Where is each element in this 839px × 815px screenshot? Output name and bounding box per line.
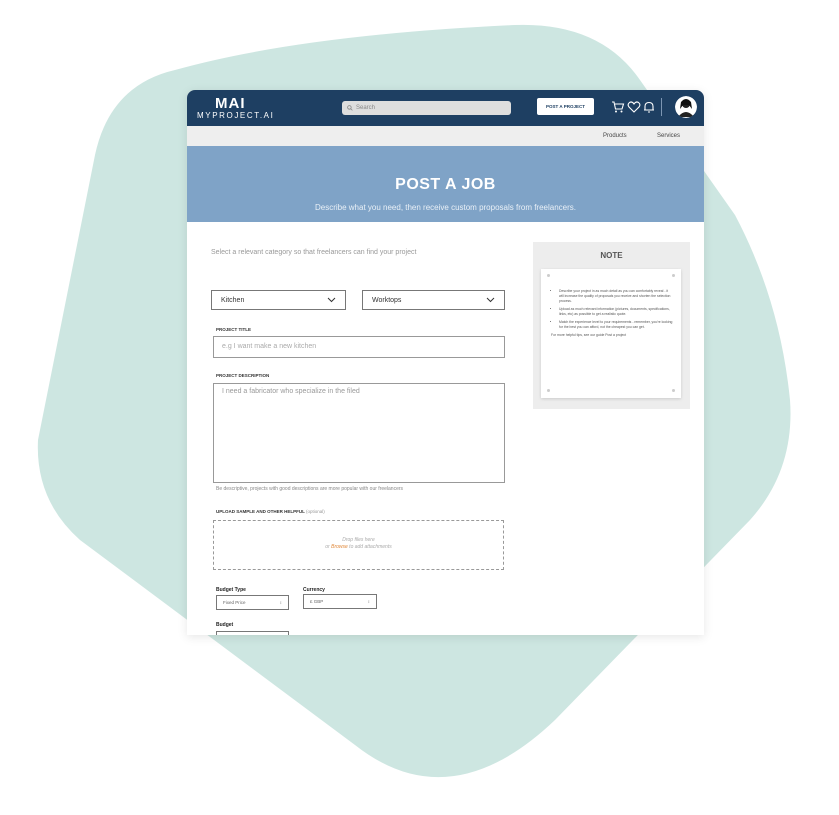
budget-type-label: Budget Type — [216, 587, 246, 593]
budget-type-value: Fixed Price — [223, 600, 246, 605]
dropzone-text: Drop files here — [342, 537, 375, 543]
chevron-down-icon — [327, 297, 336, 303]
pin-dot — [672, 274, 675, 277]
note-card: Describe your project in as much detail … — [541, 269, 681, 398]
budget-input[interactable] — [216, 631, 289, 635]
nav-products[interactable]: Products — [603, 133, 627, 139]
cart-icon[interactable] — [611, 100, 625, 114]
logo-subtitle: MYPROJECT.AI — [197, 111, 275, 120]
search-input[interactable]: Search — [342, 101, 511, 115]
budget-type-select[interactable]: Fixed Price ↕ — [216, 595, 289, 610]
search-icon — [347, 105, 353, 111]
dropzone-rest: to add attachments — [347, 544, 392, 550]
project-description-textarea[interactable]: I need a fabricator who specialize in th… — [213, 383, 505, 483]
pin-dot — [547, 274, 550, 277]
top-navigation-bar: MAI MYPROJECT.AI Search POST A PROJECT — [187, 90, 704, 126]
subcategory-value: Worktops — [372, 296, 402, 304]
logo[interactable]: MAI — [215, 95, 246, 112]
budget-label: Budget — [216, 622, 234, 628]
category-dropdown[interactable]: Kitchen — [211, 290, 346, 310]
dropzone-subtext: or Browse to add attachments — [214, 544, 503, 551]
category-instructions: Select a relevant category so that freel… — [211, 249, 417, 256]
note-panel: NOTE Describe your project in as much de… — [533, 242, 690, 409]
project-title-label: PROJECT TITLE — [216, 327, 252, 332]
page-subtitle: Describe what you need, then receive cus… — [314, 203, 576, 212]
user-avatar[interactable] — [675, 96, 697, 118]
upload-optional-text: (optional) — [306, 509, 325, 514]
chevron-down-icon — [486, 297, 495, 303]
nav-services[interactable]: Services — [657, 133, 680, 139]
description-hint: Be descriptive, projects with good descr… — [216, 486, 404, 492]
secondary-navigation: Products Services — [187, 126, 704, 146]
select-arrows-icon: ↕ — [279, 600, 282, 605]
project-description-label: PROJECT DESCRIPTION — [216, 373, 270, 378]
project-title-input[interactable]: e.g I want make a new kitchen — [213, 336, 505, 358]
currency-value: £ GBP — [310, 599, 324, 604]
note-item: Describe your project in as much detail … — [559, 289, 673, 304]
subcategory-dropdown[interactable]: Worktops — [362, 290, 505, 310]
file-dropzone[interactable]: Drop files here or Browse to add attachm… — [213, 520, 504, 570]
note-list: Describe your project in as much detail … — [553, 289, 673, 330]
search-placeholder: Search — [356, 105, 376, 111]
page-title: POST A JOB — [395, 176, 496, 193]
currency-label: Currency — [303, 587, 325, 593]
note-title: NOTE — [600, 251, 623, 260]
pin-dot — [672, 389, 675, 392]
note-item: Upload as much relevant information (pic… — [559, 307, 673, 317]
app-window: MAI MYPROJECT.AI Search POST A PROJECT P… — [187, 90, 704, 635]
category-value: Kitchen — [221, 296, 245, 304]
upload-label: UPLOAD SAMPLE AND OTHER HELPFUL (optiona… — [216, 509, 325, 514]
bell-icon[interactable] — [642, 100, 656, 114]
browse-link[interactable]: Browse — [331, 544, 348, 550]
post-project-button[interactable]: POST A PROJECT — [537, 98, 594, 115]
select-arrows-icon: ↕ — [367, 599, 370, 604]
note-footer: For more helpful tips, see our guide Pos… — [551, 333, 627, 337]
header-divider — [661, 98, 662, 116]
pin-dot — [547, 389, 550, 392]
upload-label-text: UPLOAD SAMPLE AND OTHER HELPFUL — [216, 509, 305, 514]
hero-banner: POST A JOB Describe what you need, then … — [187, 146, 704, 222]
heart-icon[interactable] — [627, 100, 641, 114]
currency-select[interactable]: £ GBP ↕ — [303, 594, 377, 609]
note-item: Match the experience level to your requi… — [559, 320, 673, 330]
